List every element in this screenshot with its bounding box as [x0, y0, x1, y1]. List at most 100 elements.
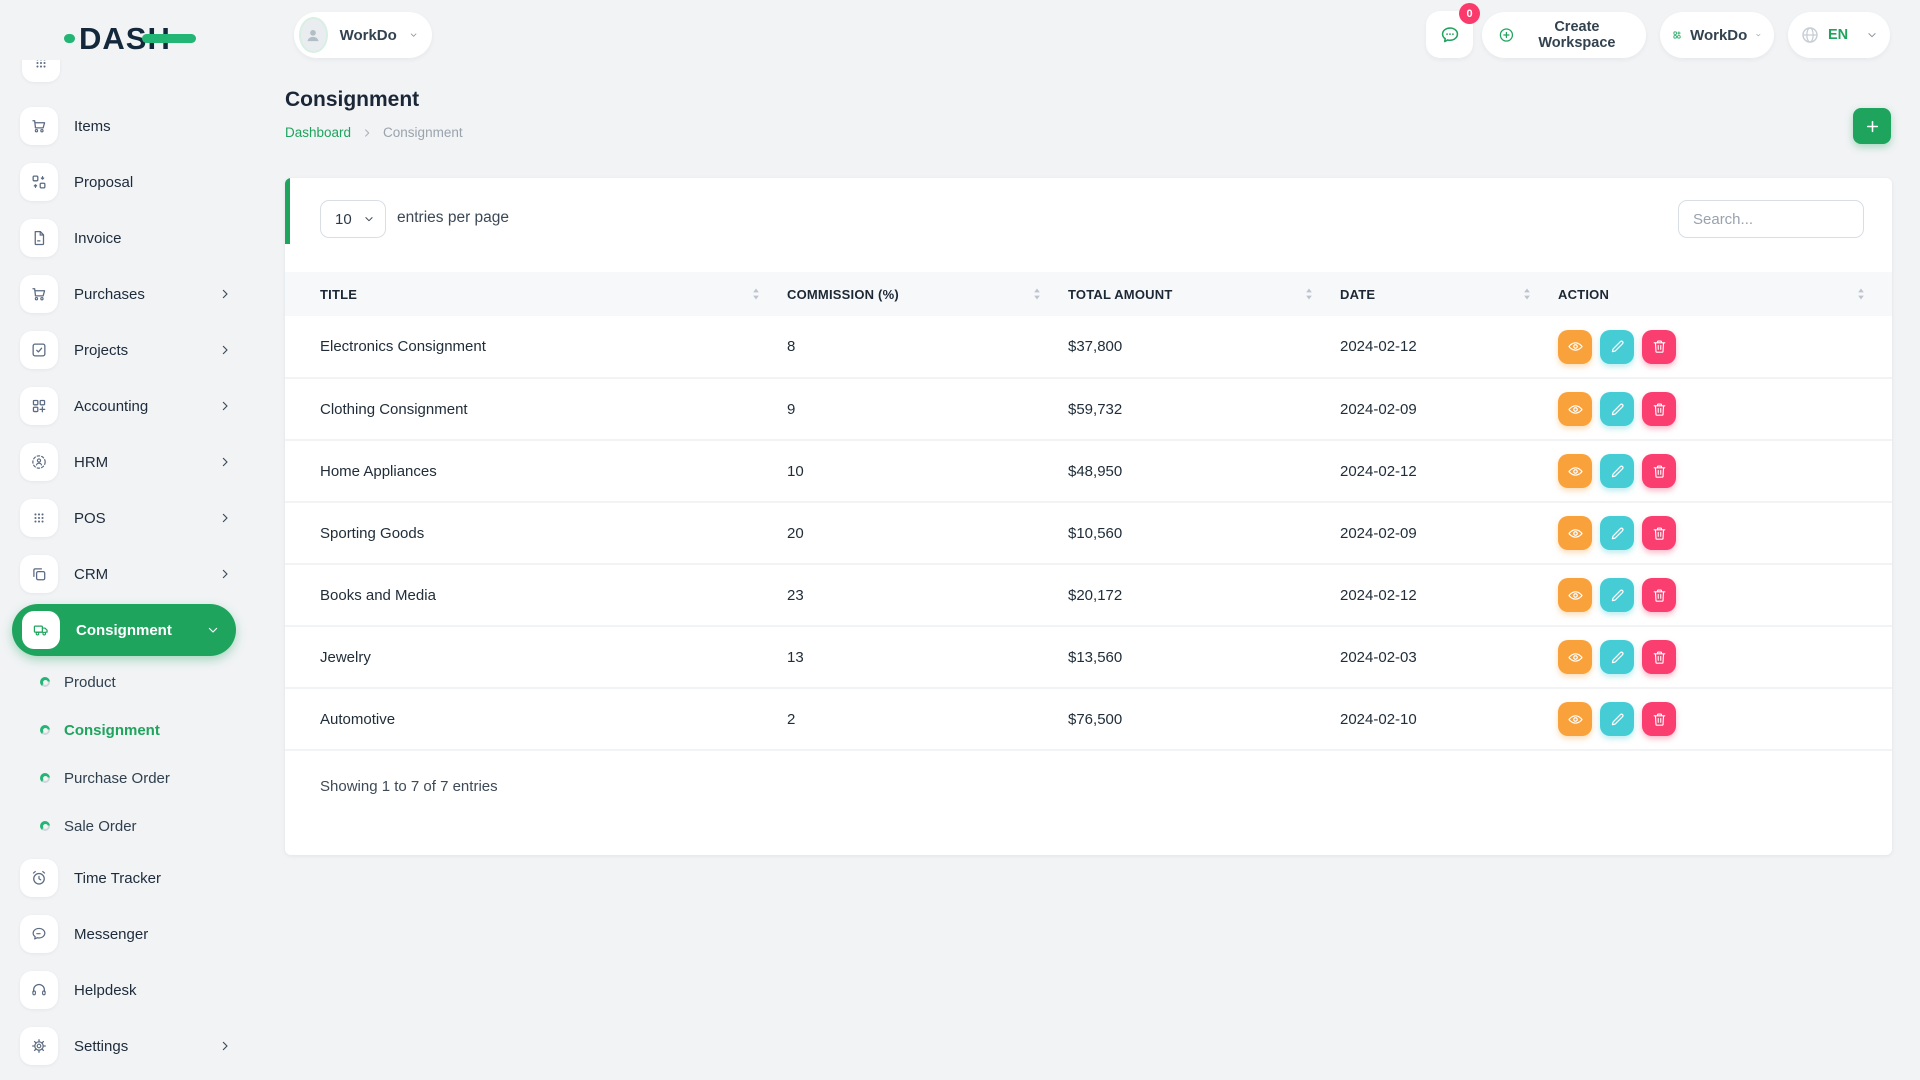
column-header-total-amount[interactable]: TOTAL AMOUNT: [1068, 272, 1340, 316]
cell-date: 2024-02-03: [1340, 626, 1558, 688]
pencil-icon: [1609, 649, 1626, 666]
sidebar-item-consignment[interactable]: Consignment: [12, 604, 236, 656]
language-selector[interactable]: EN: [1788, 12, 1890, 58]
messages-button[interactable]: 0: [1426, 11, 1473, 58]
sidebar-item-items[interactable]: Items: [0, 98, 250, 154]
create-workspace-button[interactable]: Create Workspace: [1482, 12, 1646, 58]
delete-button[interactable]: [1642, 516, 1676, 550]
sidebar-item-label: Projects: [74, 342, 128, 359]
chevron-right-icon: [218, 287, 232, 301]
sidebar-item-helpdesk[interactable]: Helpdesk: [0, 962, 250, 1018]
sort-icon[interactable]: [1304, 287, 1314, 301]
document-icon: [20, 219, 58, 257]
delete-button[interactable]: [1642, 640, 1676, 674]
edit-button[interactable]: [1600, 392, 1634, 426]
pencil-icon: [1609, 338, 1626, 355]
sidebar-item-projects[interactable]: Projects: [0, 322, 250, 378]
trash-icon: [1651, 587, 1668, 604]
sort-icon[interactable]: [1522, 287, 1532, 301]
sort-icon[interactable]: [1032, 287, 1042, 301]
view-button[interactable]: [1558, 454, 1592, 488]
eye-icon: [1567, 463, 1584, 480]
sort-icon[interactable]: [751, 287, 761, 301]
avatar: [299, 17, 328, 53]
edit-button[interactable]: [1600, 454, 1634, 488]
view-button[interactable]: [1558, 330, 1592, 364]
cell-commission: 2: [787, 688, 1068, 750]
workspace-selector[interactable]: WorkDo: [294, 12, 432, 58]
sidebar-item-label: Messenger: [74, 926, 148, 943]
view-button[interactable]: [1558, 640, 1592, 674]
bullet-icon: [40, 677, 50, 687]
main-content: Consignment Dashboard Consignment 10 ent…: [250, 60, 1920, 1080]
sidebar-item-invoice[interactable]: Invoice: [0, 210, 250, 266]
column-header-commission[interactable]: COMMISSION (%): [787, 272, 1068, 316]
create-workspace-label: Create Workspace: [1524, 19, 1630, 51]
alarm-clock-icon: [20, 859, 58, 897]
column-header-date[interactable]: DATE: [1340, 272, 1558, 316]
cell-total: $10,560: [1068, 502, 1340, 564]
search-input[interactable]: [1678, 200, 1864, 238]
add-consignment-button[interactable]: [1853, 108, 1891, 144]
sidebar-subitem-consignment[interactable]: Consignment: [0, 706, 250, 754]
edit-button[interactable]: [1600, 702, 1634, 736]
headset-icon: [20, 971, 58, 1009]
cell-total: $37,800: [1068, 316, 1340, 378]
sidebar-item-settings[interactable]: Settings: [0, 1018, 250, 1074]
bullet-icon: [40, 725, 50, 735]
sidebar-item-label: Invoice: [74, 230, 122, 247]
sidebar-item-accounting[interactable]: Accounting: [0, 378, 250, 434]
consignment-table-card: 10 entries per page TITLE COMMISSION (%)…: [285, 178, 1892, 855]
edit-button[interactable]: [1600, 578, 1634, 612]
sidebar-item-time-tracker[interactable]: Time Tracker: [0, 850, 250, 906]
table-row: Clothing Consignment 9 $59,732 2024-02-0…: [285, 378, 1892, 440]
sidebar-item-messenger[interactable]: Messenger: [0, 906, 250, 962]
edit-button[interactable]: [1600, 330, 1634, 364]
delete-button[interactable]: [1642, 330, 1676, 364]
chevron-down-icon: [1866, 29, 1878, 41]
delete-button[interactable]: [1642, 454, 1676, 488]
edit-button[interactable]: [1600, 640, 1634, 674]
sidebar-item-purchases[interactable]: Purchases: [0, 266, 250, 322]
bullet-icon: [40, 773, 50, 783]
cell-commission: 8: [787, 316, 1068, 378]
cell-date: 2024-02-09: [1340, 378, 1558, 440]
delete-button[interactable]: [1642, 392, 1676, 426]
breadcrumb-dashboard-link[interactable]: Dashboard: [285, 125, 351, 140]
chevron-right-icon: [218, 399, 232, 413]
sort-icon[interactable]: [1856, 287, 1866, 301]
sidebar-item-proposal[interactable]: Proposal: [0, 154, 250, 210]
sidebar-item-label: Purchases: [74, 286, 145, 303]
app-logo[interactable]: DASH: [64, 18, 204, 58]
sidebar-subitem-sale-order[interactable]: Sale Order: [0, 802, 250, 850]
view-button[interactable]: [1558, 392, 1592, 426]
sidebar: Items Proposal Invoice Purchases Project…: [0, 60, 250, 1080]
sidebar-item-label: POS: [74, 510, 106, 527]
chevron-down-icon: [1755, 29, 1762, 41]
company-menu-button[interactable]: WorkDo: [1660, 12, 1774, 58]
column-header-title[interactable]: TITLE: [285, 272, 787, 316]
eye-icon: [1567, 525, 1584, 542]
column-header-action[interactable]: ACTION: [1558, 272, 1892, 316]
sidebar-item-hrm[interactable]: HRM: [0, 434, 250, 490]
table-row: Electronics Consignment 8 $37,800 2024-0…: [285, 316, 1892, 378]
sidebar-subitem-purchase-order[interactable]: Purchase Order: [0, 754, 250, 802]
entries-per-page-select[interactable]: 10: [320, 200, 386, 238]
sidebar-item-label: Proposal: [74, 174, 133, 191]
cell-commission: 13: [787, 626, 1068, 688]
eye-icon: [1567, 587, 1584, 604]
sidebar-subitem-product[interactable]: Product: [0, 658, 250, 706]
view-button[interactable]: [1558, 702, 1592, 736]
view-button[interactable]: [1558, 578, 1592, 612]
table-summary: Showing 1 to 7 of 7 entries: [320, 778, 498, 795]
sidebar-item-pos[interactable]: POS: [0, 490, 250, 546]
chevron-right-icon: [218, 343, 232, 357]
delete-button[interactable]: [1642, 702, 1676, 736]
edit-button[interactable]: [1600, 516, 1634, 550]
chevron-right-icon: [361, 127, 373, 139]
delete-button[interactable]: [1642, 578, 1676, 612]
view-button[interactable]: [1558, 516, 1592, 550]
chat-icon: [1439, 24, 1461, 46]
breadcrumb: Dashboard Consignment: [285, 125, 463, 140]
sidebar-item-crm[interactable]: CRM: [0, 546, 250, 602]
